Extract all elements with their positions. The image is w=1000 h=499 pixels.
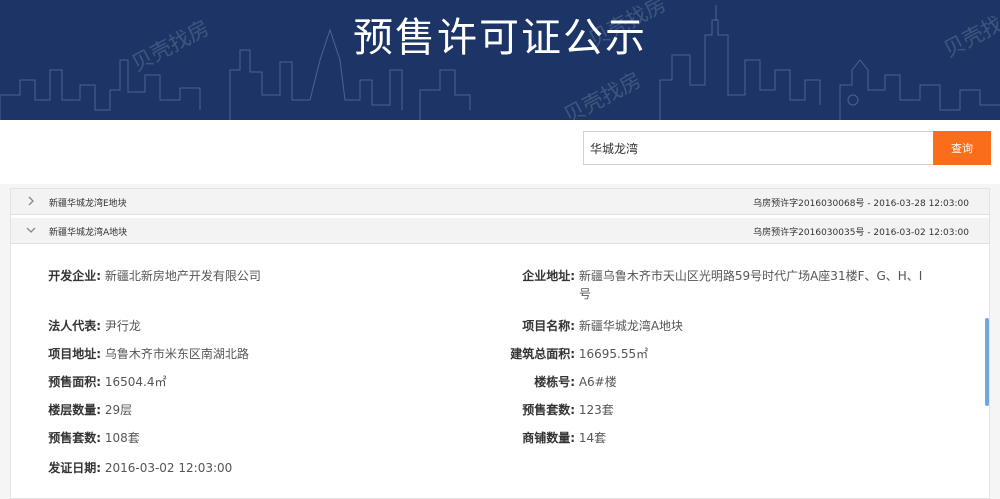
field-value: 14套 xyxy=(578,431,607,445)
list-item-meta: 乌房预许字2016030068号 - 2016-03-28 12:03:00 xyxy=(753,199,969,209)
field-legal-rep: 法人代表: 尹行龙 xyxy=(33,317,141,334)
field-value: 2016-03-02 12:03:00 xyxy=(104,461,233,475)
field-value: 29层 xyxy=(104,403,133,417)
page-title: 预售许可证公示 xyxy=(353,15,647,61)
field-value: A6#楼 xyxy=(578,375,617,389)
list-item[interactable]: 新疆华城龙湾E地块 乌房预许字2016030068号 - 2016-03-28 … xyxy=(11,189,989,215)
field-label: 企业地址: xyxy=(522,269,575,283)
field-presale-area: 预售面积: 16504.4㎡ xyxy=(33,373,166,390)
field-company-address: 企业地址: 新疆乌鲁木齐市天山区光明路59号时代广场A座31楼F、G、H、I xyxy=(507,267,922,284)
field-total-area: 建筑总面积: 16695.55㎡ xyxy=(507,345,648,362)
field-value: 108套 xyxy=(104,431,140,445)
list-item-name: 新疆华城龙湾E地块 xyxy=(49,199,127,209)
search-input[interactable] xyxy=(583,131,933,165)
field-floors: 楼层数量: 29层 xyxy=(33,401,132,418)
scrollbar[interactable] xyxy=(985,318,989,406)
field-label: 预售套数: xyxy=(48,431,101,445)
field-project-address: 项目地址: 乌鲁木齐市米东区南湖北路 xyxy=(33,345,249,362)
field-value: 123套 xyxy=(578,403,614,417)
search-bar: 查询 xyxy=(0,120,1000,184)
field-company-address-cont: 号 xyxy=(579,287,592,301)
field-label: 预售套数: xyxy=(522,403,575,417)
field-presale-units-right: 预售套数: 123套 xyxy=(507,401,614,418)
field-building-no: 楼栋号: A6#楼 xyxy=(507,373,617,390)
field-developer: 开发企业: 新疆北新房地产开发有限公司 xyxy=(33,267,261,284)
field-value: 乌鲁木齐市米东区南湖北路 xyxy=(104,347,249,361)
field-label: 楼栋号: xyxy=(534,375,575,389)
field-label: 发证日期: xyxy=(48,461,101,475)
field-issue-date: 发证日期: 2016-03-02 12:03:00 xyxy=(33,459,232,476)
field-project-name: 项目名称: 新疆华城龙湾A地块 xyxy=(507,317,683,334)
field-label: 项目地址: xyxy=(48,347,101,361)
field-value: 尹行龙 xyxy=(104,319,141,333)
chevron-down-icon xyxy=(26,227,36,233)
chevron-right-icon xyxy=(28,196,34,206)
field-label: 商铺数量: xyxy=(522,431,575,445)
field-value: 新疆华城龙湾A地块 xyxy=(578,319,684,333)
field-value: 新疆乌鲁木齐市天山区光明路59号时代广场A座31楼F、G、H、I xyxy=(578,269,923,283)
field-label: 楼层数量: xyxy=(48,403,101,417)
field-presale-units: 预售套数: 108套 xyxy=(33,429,140,446)
list-item-name: 新疆华城龙湾A地块 xyxy=(49,228,128,238)
search-button[interactable]: 查询 xyxy=(933,131,991,165)
list-item[interactable]: 新疆华城龙湾A地块 乌房预许字2016030035号 - 2016-03-02 … xyxy=(11,218,989,244)
field-label: 预售面积: xyxy=(48,375,101,389)
field-label: 项目名称: xyxy=(522,319,575,333)
field-label: 建筑总面积: xyxy=(510,347,575,361)
header-banner: 贝壳找房 贝壳找房 贝壳找房 贝壳找房 预售许可证公示 xyxy=(0,0,1000,120)
field-value: 新疆北新房地产开发有限公司 xyxy=(104,269,261,283)
field-value: 16504.4㎡ xyxy=(104,375,167,389)
list-item-meta: 乌房预许字2016030035号 - 2016-03-02 12:03:00 xyxy=(753,228,969,238)
field-shop-units: 商铺数量: 14套 xyxy=(507,429,606,446)
field-label: 开发企业: xyxy=(48,269,101,283)
result-panel: 新疆华城龙湾E地块 乌房预许字2016030068号 - 2016-03-28 … xyxy=(10,188,990,499)
field-label: 法人代表: xyxy=(48,319,101,333)
field-value: 16695.55㎡ xyxy=(578,347,649,361)
